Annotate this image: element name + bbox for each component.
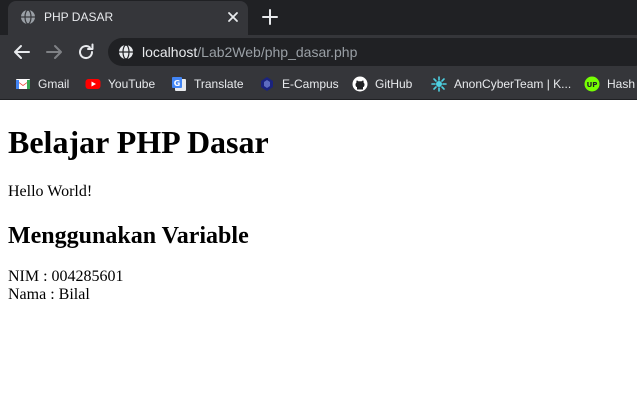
url-path: /Lab2Web/php_dasar.php bbox=[197, 44, 358, 60]
page-heading: Belajar PHP Dasar bbox=[8, 124, 269, 160]
page-viewport: Belajar PHP Dasar Hello World! Menggunak… bbox=[0, 101, 637, 404]
nim-text: NIM : 004285601 bbox=[8, 268, 124, 285]
translate-icon: G bbox=[172, 77, 186, 91]
close-tab-icon[interactable] bbox=[225, 9, 241, 25]
youtube-icon bbox=[85, 79, 101, 89]
hello-text: Hello World! bbox=[8, 183, 93, 200]
bookmark-label: Translate bbox=[194, 77, 244, 91]
bookmarks-bar: Gmail YouTube G Translate E-Campus GitHu… bbox=[0, 69, 637, 100]
bookmark-label: Hash bbox=[607, 77, 636, 91]
hash-icon: UP bbox=[584, 76, 600, 92]
url-host: localhost bbox=[142, 44, 198, 60]
tab-strip: PHP DASAR bbox=[0, 0, 637, 35]
bookmark-label: YouTube bbox=[108, 77, 156, 91]
bookmark-label: E-Campus bbox=[282, 77, 339, 91]
gmail-icon bbox=[16, 79, 30, 89]
svg-text:G: G bbox=[174, 79, 181, 88]
reload-icon[interactable] bbox=[76, 42, 96, 62]
site-info-globe-icon[interactable] bbox=[118, 44, 134, 60]
address-bar[interactable]: localhost/Lab2Web/php_dasar.php bbox=[108, 38, 637, 66]
new-tab-icon[interactable] bbox=[261, 8, 279, 26]
nama-text: Nama : Bilal bbox=[8, 286, 90, 303]
bookmark-label: GitHub bbox=[375, 77, 413, 91]
back-arrow-icon[interactable] bbox=[12, 42, 32, 62]
section-heading: Menggunakan Variable bbox=[8, 223, 249, 249]
browser-toolbar: localhost/Lab2Web/php_dasar.php bbox=[0, 35, 637, 69]
tab-title: PHP DASAR bbox=[44, 10, 114, 24]
forward-arrow-icon[interactable] bbox=[44, 42, 64, 62]
anoncyberteam-icon bbox=[431, 76, 447, 92]
svg-text:UP: UP bbox=[587, 81, 598, 89]
tab-php-dasar[interactable]: PHP DASAR bbox=[8, 1, 248, 35]
bookmark-label: AnonCyberTeam | K... bbox=[454, 77, 572, 91]
bookmark-label: Gmail bbox=[38, 77, 70, 91]
ecampus-icon bbox=[261, 77, 273, 91]
student-info: NIM : 004285601 Nama : Bilal bbox=[8, 268, 124, 304]
globe-icon bbox=[21, 9, 35, 25]
address-url: localhost/Lab2Web/php_dasar.php bbox=[142, 44, 357, 60]
github-icon bbox=[352, 76, 368, 92]
